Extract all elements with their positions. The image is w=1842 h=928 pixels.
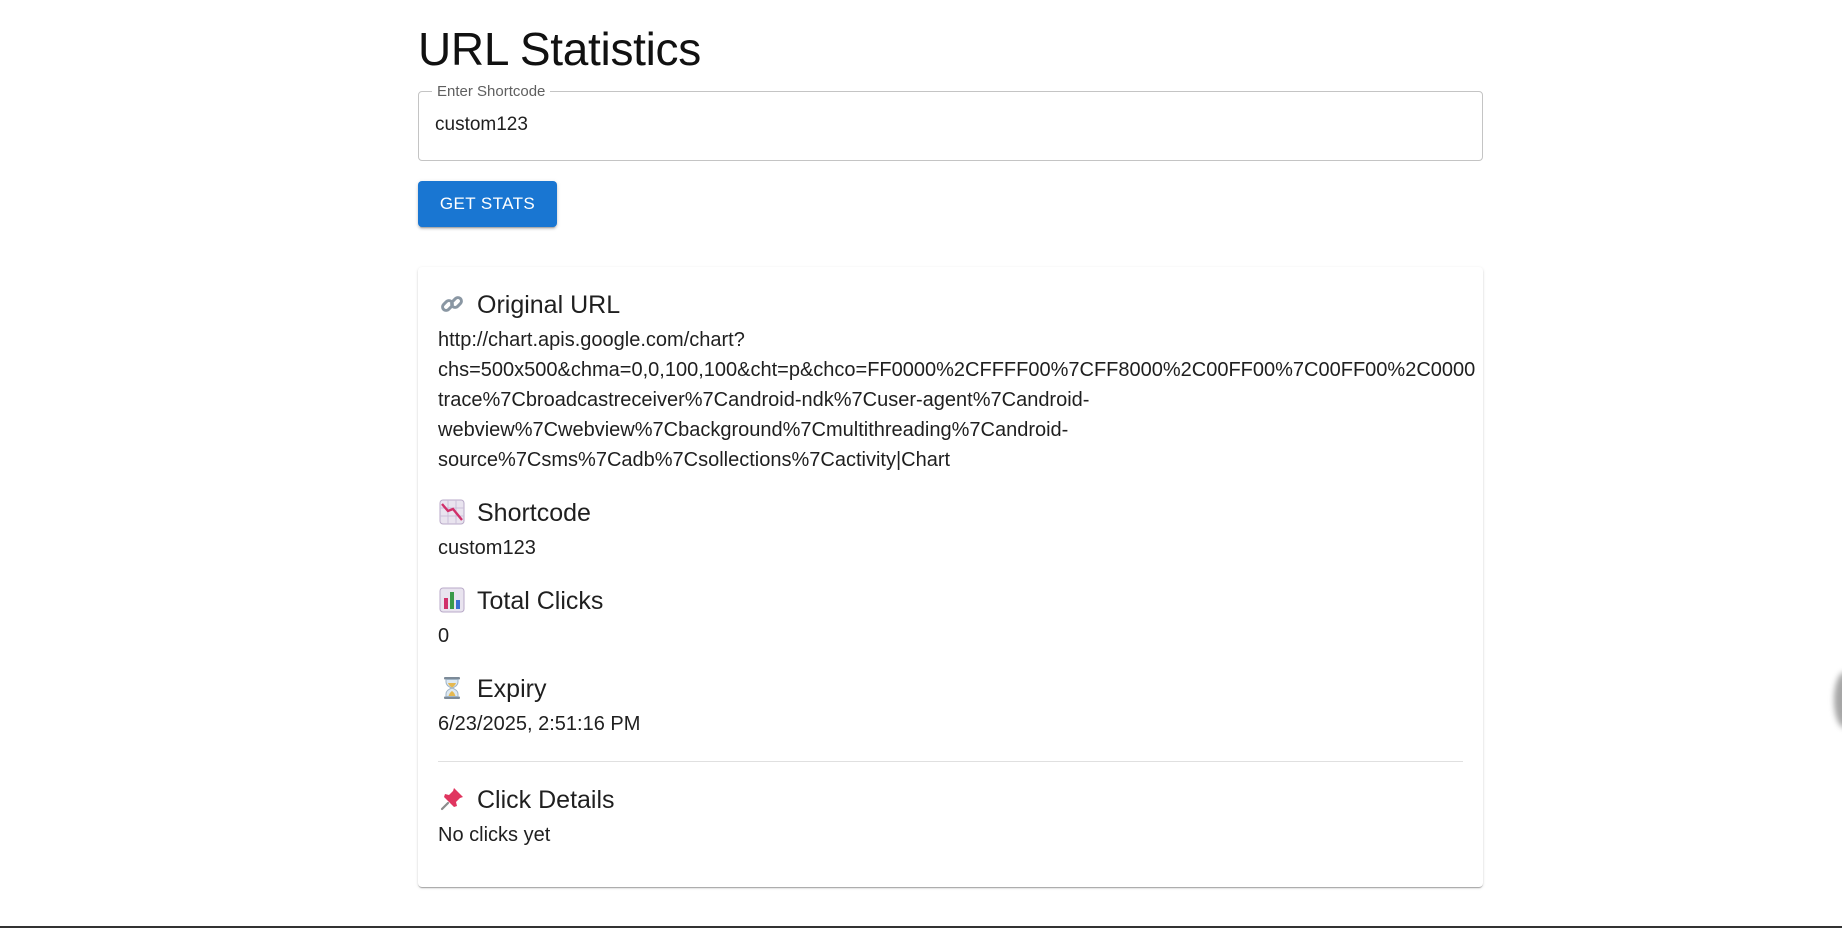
original-url-line: http://chart.apis.google.com/chart?: [438, 329, 745, 351]
original-url-line: source%7Csms%7Cadb%7Csollections%7Cactiv…: [438, 449, 951, 471]
get-stats-button[interactable]: GET STATS: [418, 181, 557, 227]
click-details-heading-text: Click Details: [477, 785, 615, 814]
original-url-line: webview%7Cwebview%7Cbackground%7Cmultith…: [438, 419, 1069, 441]
total-clicks-section: Total Clicks 0: [438, 585, 1463, 651]
original-url-line: chs=500x500&chma=0,0,100,100&cht=p&chco=…: [438, 359, 1476, 381]
total-clicks-heading: Total Clicks: [438, 585, 1463, 617]
shortcode-heading-text: Shortcode: [477, 498, 591, 527]
click-details-value: No clicks yet: [438, 824, 551, 846]
original-url-heading-text: Original URL: [477, 290, 621, 319]
expiry-heading-text: Expiry: [477, 674, 547, 703]
divider: [438, 761, 1463, 762]
chart-decreasing-icon: [438, 499, 466, 527]
page: URL Statistics Enter Shortcode GET STATS: [0, 0, 1842, 928]
original-url-heading: Original URL: [438, 289, 1463, 321]
shortcode-section: Shortcode custom123: [438, 497, 1463, 563]
shortcode-value: custom123: [438, 537, 536, 559]
main-container: URL Statistics Enter Shortcode GET STATS: [418, 0, 1483, 887]
shortcode-input[interactable]: [435, 114, 1455, 136]
edge-shadow: [1834, 672, 1842, 728]
bar-chart-icon: [438, 587, 466, 615]
total-clicks-heading-text: Total Clicks: [477, 586, 604, 615]
click-details-heading: Click Details: [438, 784, 1463, 816]
original-url-section: Original URL http://chart.apis.google.co…: [438, 289, 1475, 475]
link-icon: [438, 291, 466, 319]
total-clicks-value: 0: [438, 625, 450, 647]
shortcode-field-label: Enter Shortcode: [432, 83, 551, 101]
stats-card: Original URL http://chart.apis.google.co…: [418, 267, 1483, 887]
hourglass-icon: [438, 675, 466, 703]
expiry-heading: Expiry: [438, 673, 1463, 705]
expiry-value: 6/23/2025, 2:51:16 PM: [438, 713, 641, 735]
click-details-section: Click Details No clicks yet: [438, 784, 1463, 850]
shortcode-heading: Shortcode: [438, 497, 1463, 529]
page-title: URL Statistics: [418, 23, 701, 75]
shortcode-field[interactable]: Enter Shortcode: [418, 83, 1483, 161]
original-url-value: http://chart.apis.google.com/chart? chs=…: [438, 325, 1483, 475]
original-url-line: trace%7Cbroadcastreceiver%7Candroid-ndk%…: [438, 389, 1090, 411]
pushpin-icon: [438, 786, 466, 814]
expiry-section: Expiry 6/23/2025, 2:51:16 PM: [438, 673, 1463, 739]
